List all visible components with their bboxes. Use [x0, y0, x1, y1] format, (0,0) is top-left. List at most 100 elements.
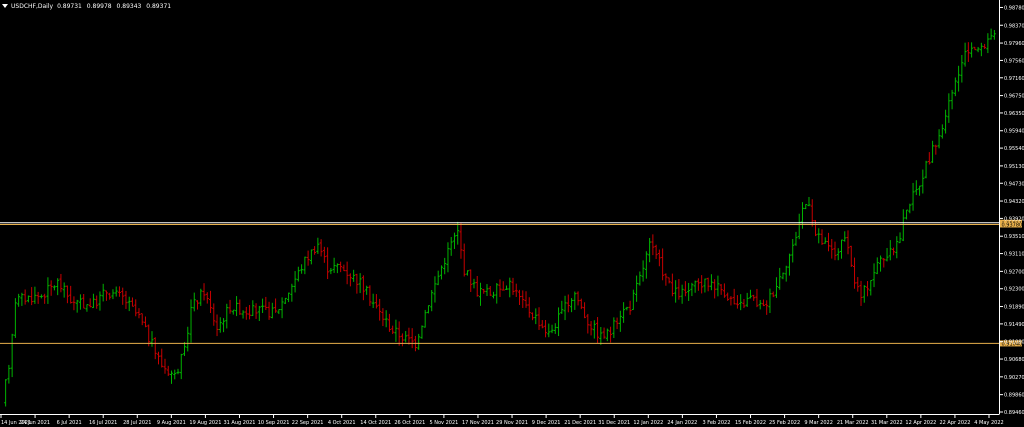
ohlc-bar [378, 298, 382, 321]
ohlc-bar [394, 319, 398, 342]
date-tick-label: 24 Jun 2021 [20, 420, 50, 426]
ohlc-bar [947, 93, 951, 123]
ohlc-bar [508, 277, 512, 298]
price-tick-label: 0.96350 [1004, 111, 1024, 117]
ohlc-bar [687, 282, 691, 301]
ohlc-bar [306, 250, 310, 266]
ohlc-bar [758, 299, 762, 310]
ohlc-bar [475, 276, 479, 297]
date-tick-label: 19 Aug 2021 [189, 420, 221, 426]
ohlc-bar [222, 318, 226, 333]
ohlc-bar [602, 327, 606, 339]
ohlc-bar [615, 317, 619, 330]
ohlc-bar [78, 294, 82, 310]
ohlc-bar [143, 316, 147, 328]
ohlc-bar [287, 292, 291, 303]
ohlc-bar [355, 273, 359, 294]
ohlc-bar [527, 297, 531, 318]
ohlc-bar [98, 291, 102, 311]
ohlc-bar [599, 326, 603, 345]
ohlc-bar [95, 295, 99, 309]
ohlc-bar [62, 282, 66, 298]
ohlc-bar [176, 368, 180, 375]
ohlc-bar [156, 351, 160, 365]
ohlc-bar [46, 277, 50, 304]
ohlc-bar [173, 369, 177, 380]
date-tick-label: 31 Aug 2021 [223, 420, 255, 426]
price-chart[interactable]: 0.938190.937800.91040 0.98780 0.98370 0.97… [0, 0, 1024, 427]
ohlc-bar [108, 292, 112, 300]
ohlc-bar [254, 303, 258, 319]
price-tick-label: 0.95540 [1004, 146, 1024, 152]
ohlc-bar [817, 228, 821, 244]
ohlc-bar [905, 209, 909, 220]
ohlc-bar [644, 251, 648, 279]
ohlc-bar [101, 283, 105, 302]
ohlc-bar [713, 279, 717, 299]
ohlc-bar [449, 237, 453, 256]
ohlc-bar [908, 203, 912, 214]
ohlc-bar [371, 293, 375, 308]
date-tick-label: 31 Dec 2021 [598, 420, 630, 426]
date-tick-label: 24 Jan 2022 [667, 420, 697, 426]
ohlc-bar [303, 256, 307, 275]
ohlc-bar [56, 278, 60, 296]
ohlc-bar [622, 302, 626, 323]
ohlc-bar [381, 308, 385, 327]
ohlc-bar [853, 257, 857, 289]
ohlc-bar [664, 273, 668, 286]
price-tick-label: 0.90270 [1004, 375, 1024, 381]
ohlc-bar [127, 296, 131, 312]
ohlc-bar [570, 298, 574, 313]
ohlc-bar [365, 285, 369, 295]
ohlc-bar [498, 279, 502, 298]
ohlc-bar [722, 283, 726, 298]
chart-window[interactable]: USDCHF,Daily 0.89731 0.89978 0.89343 0.8… [0, 0, 1024, 427]
ohlc-bar [934, 144, 938, 155]
ohlc-bar [618, 310, 622, 332]
ohlc-bar [765, 300, 769, 315]
ohlc-bar [65, 285, 69, 304]
ohlc-bar [888, 240, 892, 261]
date-tick-label: 3 Feb 2022 [702, 420, 730, 426]
price-tick-label: 0.92300 [1004, 287, 1024, 293]
ohlc-bar [235, 296, 239, 317]
ohlc-bar [979, 42, 983, 57]
ohlc-bar [882, 258, 886, 268]
ohlc-bar [199, 288, 203, 306]
ohlc-bar [10, 333, 14, 378]
ohlc-bar [342, 264, 346, 272]
price-tick-label: 0.89460 [1004, 410, 1024, 416]
ohlc-bar [85, 304, 89, 312]
ohlc-bar [635, 275, 639, 302]
ohlc-bar [693, 280, 697, 293]
date-tick-label: 16 Jul 2021 [89, 420, 117, 426]
ohlc-bar [797, 213, 801, 240]
ohlc-bar [989, 28, 993, 40]
ohlc-bar [654, 244, 658, 260]
ohlc-bar [196, 300, 200, 310]
ohlc-bar [459, 223, 463, 259]
ohlc-bar [505, 285, 509, 290]
date-tick-label: 25 Feb 2022 [769, 420, 800, 426]
ohlc-bar [774, 277, 778, 298]
ohlc-bar [69, 285, 73, 304]
ohlc-bar [879, 255, 883, 272]
ohlc-bar [374, 294, 378, 309]
ohlc-bar [137, 308, 141, 319]
ohlc-bar [732, 288, 736, 305]
ohlc-bar [875, 257, 879, 275]
ohlc-bar [400, 333, 404, 347]
ohlc-bar [452, 232, 456, 249]
ohlc-bar [690, 282, 694, 297]
ohlc-bar [150, 331, 154, 347]
ohlc-bar [833, 241, 837, 261]
ohlc-bar [739, 294, 743, 311]
ohlc-bar [745, 292, 749, 307]
date-tick-label: 10 Sep 2021 [258, 420, 290, 426]
price-tick-label: 0.95130 [1004, 164, 1024, 170]
price-tick-label: 0.98370 [1004, 23, 1024, 29]
ohlc-bar [670, 273, 674, 297]
ohlc-bar [472, 278, 476, 289]
ohlc-bar [557, 307, 561, 337]
